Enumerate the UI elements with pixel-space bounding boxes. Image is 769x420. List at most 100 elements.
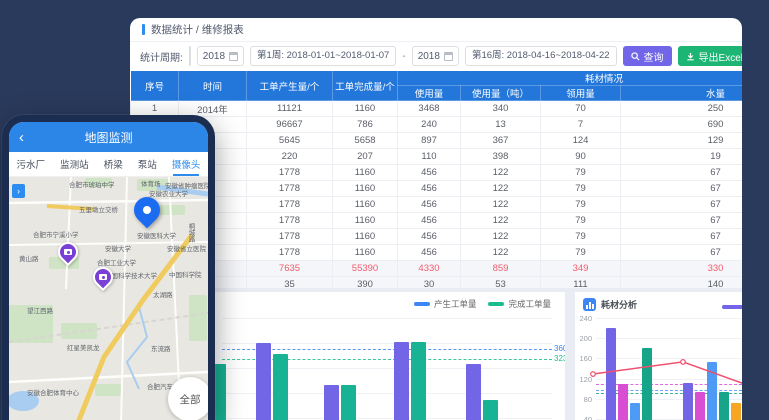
map-label: 桐城路 (185, 223, 195, 243)
map-label: 安徽省肿瘤医院 (165, 180, 208, 190)
reference-line-label: 360 (554, 344, 565, 353)
table-cell: 67 (621, 213, 743, 229)
table-row: 5177811604561227967 (131, 165, 743, 181)
expand-panel-icon[interactable]: › (12, 184, 25, 198)
total-value-cell: 55390 (333, 261, 398, 277)
bar-consumable (719, 392, 729, 420)
show-all-button[interactable]: 全部 (168, 377, 208, 420)
table-cell: 3468 (398, 101, 461, 117)
gridline (222, 318, 552, 319)
table-cell: 110 (398, 149, 461, 165)
legend-item[interactable]: 产生工单量 (414, 298, 477, 310)
table-row: 12014年111211160346834070250 (131, 101, 743, 117)
table-cell: 1778 (247, 229, 333, 245)
table-cell: 240 (398, 117, 461, 133)
table-cell: 1160 (333, 197, 398, 213)
map-label: 望江西路 (27, 305, 53, 315)
table-cell: 122 (461, 229, 541, 245)
table-row: 7177811604561227967 (131, 197, 743, 213)
table-row: 9177811604561227967 (131, 229, 743, 245)
week-from-input[interactable]: 第1周: 2018-01-01~2018-01-07 (250, 46, 396, 66)
table-row: 296667786240137690 (131, 117, 743, 133)
breadcrumb: 数据统计 / 维修报表 (130, 18, 742, 42)
bar-完成工单量 (273, 354, 288, 420)
table-cell: 367 (461, 133, 541, 149)
table-cell: 897 (398, 133, 461, 149)
week-to-input[interactable]: 第16周: 2018-04-16~2018-04-22 (465, 46, 617, 66)
query-button[interactable]: 查询 (623, 46, 672, 66)
table-cell: 1160 (333, 245, 398, 261)
table-row: 10177811604561227967 (131, 245, 743, 261)
period-label: 统计周期: (140, 49, 183, 64)
report-table: 序号 时间 工单产生量/个 工单完成量/个 耗材情况 使用量 使用量（吨） 领用… (130, 70, 742, 292)
table-header: 序号 时间 工单产生量/个 工单完成量/个 耗材情况 使用量 使用量（吨） 领用… (131, 71, 743, 101)
table-cell: 1778 (247, 165, 333, 181)
phone-tab-bar: 污水厂监测站桥梁泵站摄像头 (9, 152, 208, 177)
table-cell: 456 (398, 245, 461, 261)
breadcrumb-text: 数据统计 / 维修报表 (151, 22, 244, 37)
phone-tab-摄像头[interactable]: 摄像头 (172, 152, 201, 176)
table-cell: 1778 (247, 245, 333, 261)
legend-swatch (488, 302, 504, 306)
table-cell: 122 (461, 197, 541, 213)
map-label: 东流路 (151, 343, 171, 353)
table-cell: 67 (621, 165, 743, 181)
map-label: 安徽大学 (105, 243, 131, 253)
table-cell: 129 (621, 133, 743, 149)
table-cell: 67 (621, 245, 743, 261)
year-to-select[interactable]: 2018 (412, 46, 459, 66)
table-cell: 79 (541, 181, 621, 197)
legend-item[interactable]: 完成工单量 (488, 298, 551, 310)
col-header: 工单产生量/个 (247, 71, 333, 101)
phone-page-title: 地图监测 (84, 129, 132, 146)
phone-tab-泵站[interactable]: 泵站 (138, 152, 157, 176)
camera-glyph (64, 249, 72, 255)
table-cell: 1160 (333, 229, 398, 245)
total-value-cell: 330 (621, 261, 743, 277)
reference-line (222, 349, 552, 350)
table-cell: 1160 (333, 165, 398, 181)
export-excel-button[interactable]: 导出Excel (678, 46, 742, 66)
map-view[interactable]: 合肥市琥珀中学体育场安徽农业大学安徽省肿瘤医院五里墩立交桥安徽医科大学安徽省立医… (9, 177, 208, 420)
phone-tab-污水厂[interactable]: 污水厂 (17, 152, 46, 176)
table-cell: 67 (621, 181, 743, 197)
table-cell: 456 (398, 197, 461, 213)
table-row: 8177811604561227967 (131, 213, 743, 229)
reference-line-label: 323 (554, 354, 565, 363)
y-axis-tick-label: 80 (575, 395, 592, 404)
group-col-header: 耗材情况 (398, 71, 743, 86)
total-value-cell: 859 (461, 261, 541, 277)
phone-tab-监测站[interactable]: 监测站 (60, 152, 89, 176)
table-cell: 67 (621, 229, 743, 245)
bar-完成工单量 (341, 385, 356, 420)
bar-consumable (731, 403, 741, 420)
export-label: 导出Excel (699, 49, 742, 64)
period-option-年[interactable]: 年 (190, 47, 191, 65)
table-cell: 5658 (333, 133, 398, 149)
camera-glyph (99, 274, 107, 280)
bar-产生工单量 (256, 343, 271, 420)
total-value-cell: 7635 (247, 261, 333, 277)
gridline (596, 338, 742, 339)
table-cell: 456 (398, 213, 461, 229)
back-icon[interactable]: ‹ (19, 130, 24, 145)
phone-tab-桥梁[interactable]: 桥梁 (104, 152, 123, 176)
table-cell: 786 (333, 117, 398, 133)
col-header: 工单完成量/个 (333, 71, 398, 101)
year-from-select[interactable]: 2018 (197, 46, 244, 66)
gridline (596, 358, 742, 359)
y-axis-tick-label: 40 (575, 415, 592, 420)
gridline (222, 418, 552, 419)
breadcrumb-accent-bar (142, 24, 145, 35)
y-axis-tick-label: 120 (575, 375, 592, 384)
table-cell: 250 (621, 101, 743, 117)
y-axis-tick-label: 160 (575, 354, 592, 363)
sub-col-header: 使用量（吨） (461, 86, 541, 101)
legend-swatch (414, 302, 430, 306)
consumables-chart-title: 耗材分析 (601, 298, 637, 311)
map-label: 安徽省立医院 (167, 243, 206, 253)
table-cell: 690 (621, 117, 743, 133)
gridline (596, 318, 742, 319)
calendar-icon (229, 52, 238, 61)
table-row: 6177811604561227967 (131, 181, 743, 197)
